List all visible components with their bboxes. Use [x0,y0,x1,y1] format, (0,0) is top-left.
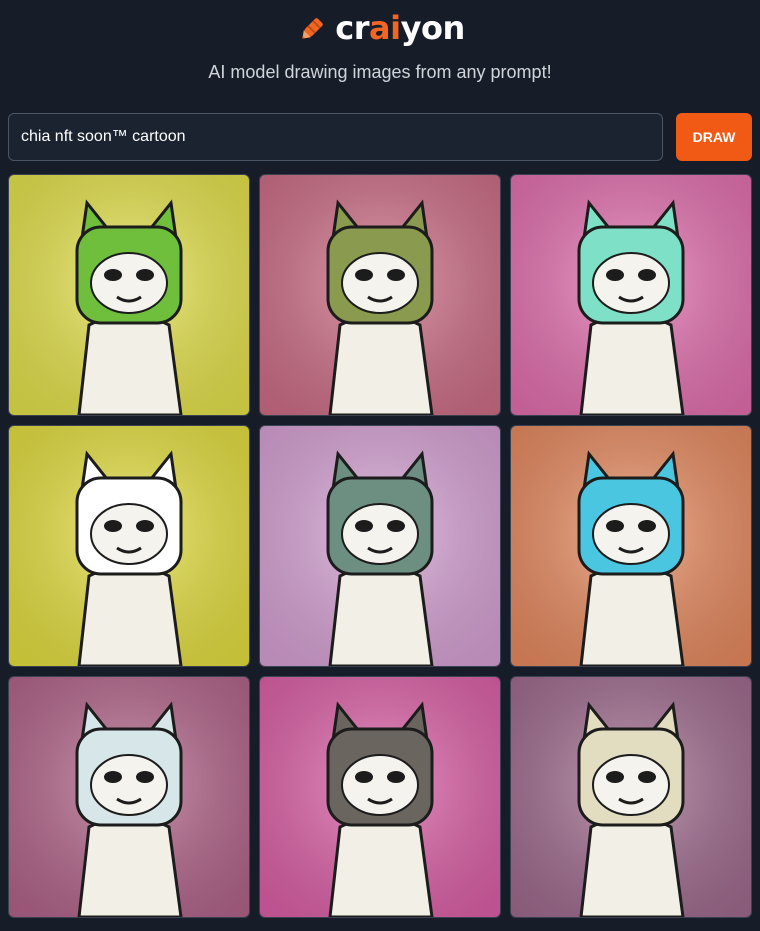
generated-image[interactable] [510,425,752,667]
generated-image[interactable] [8,174,250,416]
generated-image[interactable] [510,676,752,918]
page-subtitle: AI model drawing images from any prompt! [208,62,552,82]
brand-logo[interactable]: craiyon [335,12,465,44]
prompt-input[interactable] [8,113,663,161]
draw-button[interactable]: DRAW [676,113,752,161]
generated-image[interactable] [259,174,501,416]
generated-image[interactable] [510,174,752,416]
crayon-icon [302,18,324,39]
generated-image[interactable] [259,425,501,667]
generated-image[interactable] [8,425,250,667]
header: craiyon [0,0,760,56]
generated-image[interactable] [8,676,250,918]
generated-image[interactable] [259,676,501,918]
image-grid [8,174,752,918]
